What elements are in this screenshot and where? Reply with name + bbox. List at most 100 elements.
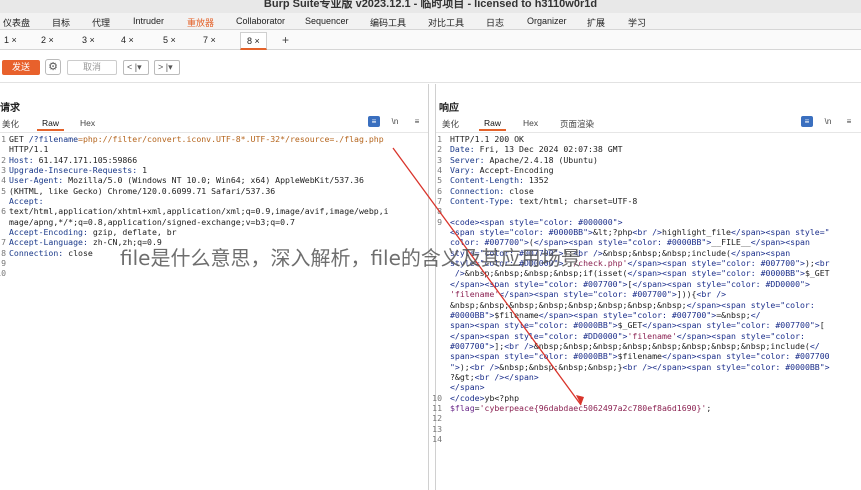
request-tab-4[interactable]: 5 × (163, 35, 176, 45)
response-code-token: </span> (450, 278, 485, 289)
response-code-token: </span> (450, 330, 485, 341)
response-code-token: #007700"> (450, 340, 495, 351)
back-button[interactable]: < |▾ (123, 60, 149, 75)
request-code-line: Accept-Encoding: gzip, deflate, br (9, 227, 389, 237)
wrap-icon[interactable]: ≡ (368, 116, 380, 127)
forward-button[interactable]: > |▾ (154, 60, 180, 75)
request-code-token: Accept: (9, 196, 44, 207)
request-code-token: 61.147.171.105:59866 (38, 154, 138, 165)
response-line-number (432, 372, 442, 382)
request-tab-0[interactable]: 1 × (4, 35, 17, 45)
response-code-line: </span> (450, 382, 830, 392)
response-view-hex-tab[interactable]: Hex (523, 118, 538, 128)
request-view-pretty-tab[interactable]: 美化 (2, 118, 19, 130)
response-code-token: &nbsp;&nbsp;&nbsp;&nbsp; (499, 361, 618, 372)
request-tab-1[interactable]: 2 × (41, 35, 54, 45)
response-line-number: 2 (437, 144, 442, 155)
response-code-token: <br /> (474, 371, 505, 382)
menu-icon[interactable]: ≡ (411, 116, 423, 127)
response-code-token: HTTP/1.1 200 OK (450, 134, 524, 144)
menu-item-7[interactable]: 编码工具 (370, 16, 406, 29)
cancel-button[interactable]: 取消 (67, 60, 117, 75)
request-code-line: mage/apng,*/*;q=0.8,application/signed-e… (9, 217, 389, 227)
response-code-token: &nbsp;&nbsp;&nbsp;&nbsp;&nbsp;&nbsp;&nbs… (533, 340, 771, 351)
response-code-token: <br /> (622, 361, 653, 372)
menu-item-3[interactable]: Intruder (133, 16, 164, 26)
response-code-line: <span style="color: #0000BB">&lt;?php<br… (450, 227, 830, 237)
response-code-token: ]; (494, 340, 505, 351)
back-arrow-icon: < |▾ (127, 62, 142, 72)
response-line-number (432, 351, 442, 361)
response-code-token: </span> (661, 351, 697, 362)
response-code-line (450, 413, 830, 423)
response-code-token: </span> (499, 289, 534, 300)
request-code-token: Upgrade-Insecure-Requests: (9, 165, 143, 176)
request-tab-5[interactable]: 7 × (203, 35, 216, 45)
response-code-token: Date: (450, 144, 480, 155)
response-code-token: <span (765, 247, 791, 258)
add-tab-button[interactable]: + (282, 33, 289, 47)
request-view-raw-tab[interactable]: Raw (36, 118, 65, 131)
response-code-line: Connection: close (450, 186, 830, 196)
menu-item-12[interactable]: 学习 (628, 16, 646, 29)
response-code-token: <br /> (504, 340, 534, 351)
response-code-token: <span style="color: #0000BB"> (474, 351, 618, 362)
settings-gear-icon[interactable]: ⚙ (45, 59, 61, 75)
newline-icon[interactable]: \n (822, 116, 834, 127)
response-code-token: </span> (627, 258, 662, 269)
response-editor[interactable]: 1 2 3 4 5 6 7 8 9 10 11 12 13 14 HTTP/1.1 200 OK Date:… (432, 132, 861, 490)
menu-item-2[interactable]: 代理 (92, 16, 110, 29)
response-code-line: ?&gt;<br /></span> (450, 372, 830, 382)
menu-icon[interactable]: ≡ (843, 116, 855, 127)
menu-item-6[interactable]: Sequencer (305, 16, 349, 26)
request-line-number: 3 (1, 165, 6, 176)
response-code-token: <span style=" (765, 227, 830, 238)
request-pane: 请求 美化 Raw Hex ≡ \n ≡ 1 2345 6 78910 GET /?f… (0, 84, 429, 490)
main-menu: 仪表盘 目标 代理 Intruder 重放器 Collaborator Sequencer 编… (0, 13, 861, 33)
response-code-token: </span> (627, 268, 662, 279)
response-code-token: &lt;?php (592, 227, 633, 238)
response-code-token: $filename (617, 351, 662, 362)
menu-item-0[interactable]: 仪表盘 (3, 16, 30, 29)
newline-icon[interactable]: \n (389, 116, 401, 127)
request-tab-3[interactable]: 4 × (121, 35, 134, 45)
response-code-token: Fri, 13 Dec 2024 02:07:38 GMT (479, 144, 623, 155)
response-code-line: Date: Fri, 13 Dec 2024 02:07:38 GMT (450, 144, 830, 154)
response-line-number: 4 (437, 165, 442, 176)
request-editor[interactable]: 1 2345 6 78910 GET /?filename=php://filter/… (0, 132, 428, 490)
response-code-token: highlight_file (661, 227, 731, 238)
menu-item-4[interactable]: 重放器 (183, 16, 218, 33)
wrap-icon[interactable]: ≡ (801, 116, 813, 127)
menu-item-10[interactable]: Organizer (527, 16, 567, 26)
menu-item-1[interactable]: 目标 (52, 16, 70, 29)
response-line-number (432, 300, 442, 310)
request-tab-2[interactable]: 3 × (82, 35, 95, 45)
response-view-pretty-tab[interactable]: 美化 (442, 118, 459, 130)
response-line-number: 12 (432, 413, 442, 424)
request-code-token: /?filename (28, 134, 79, 144)
response-view-raw-tab[interactable]: Raw (478, 118, 507, 131)
menu-item-9[interactable]: 日志 (486, 16, 504, 29)
request-tab-6[interactable]: 8 × (240, 32, 267, 50)
response-line-number: 13 (432, 423, 442, 434)
request-line-number (0, 144, 6, 154)
menu-item-8[interactable]: 对比工具 (428, 16, 464, 29)
send-button[interactable]: 发送 (2, 60, 40, 75)
response-line-number: 6 (437, 185, 442, 196)
response-pane: 响应 美化 Raw Hex 页面渲染 ≡ \n ≡ 1 2 3 4 5 6 7 8 9 10 11 1… (432, 84, 861, 490)
response-code-token: include( (691, 247, 731, 258)
response-code-line: #007700">];<br />&nbsp;&nbsp;&nbsp;&nbsp… (450, 341, 830, 351)
response-view-render-tab[interactable]: 页面渲染 (560, 118, 594, 130)
response-code-line: &nbsp;&nbsp;&nbsp;&nbsp;&nbsp;&nbsp;&nbs… (450, 300, 830, 310)
response-code-token: $_GET (804, 268, 830, 279)
response-line-number (432, 227, 442, 237)
response-code-token: <span style="color: #DD0000"> (484, 330, 628, 341)
response-line-number: 7 (437, 196, 442, 207)
response-code-token: </span> (538, 309, 574, 320)
menu-item-5[interactable]: Collaborator (236, 16, 285, 26)
response-line-number (432, 320, 442, 330)
menu-item-11[interactable]: 扩展 (587, 16, 605, 29)
request-code-line: User-Agent: Mozilla/5.0 (Windows NT 10.0… (9, 175, 389, 185)
request-view-hex-tab[interactable]: Hex (80, 118, 95, 128)
response-code-token: <code> (450, 216, 480, 227)
